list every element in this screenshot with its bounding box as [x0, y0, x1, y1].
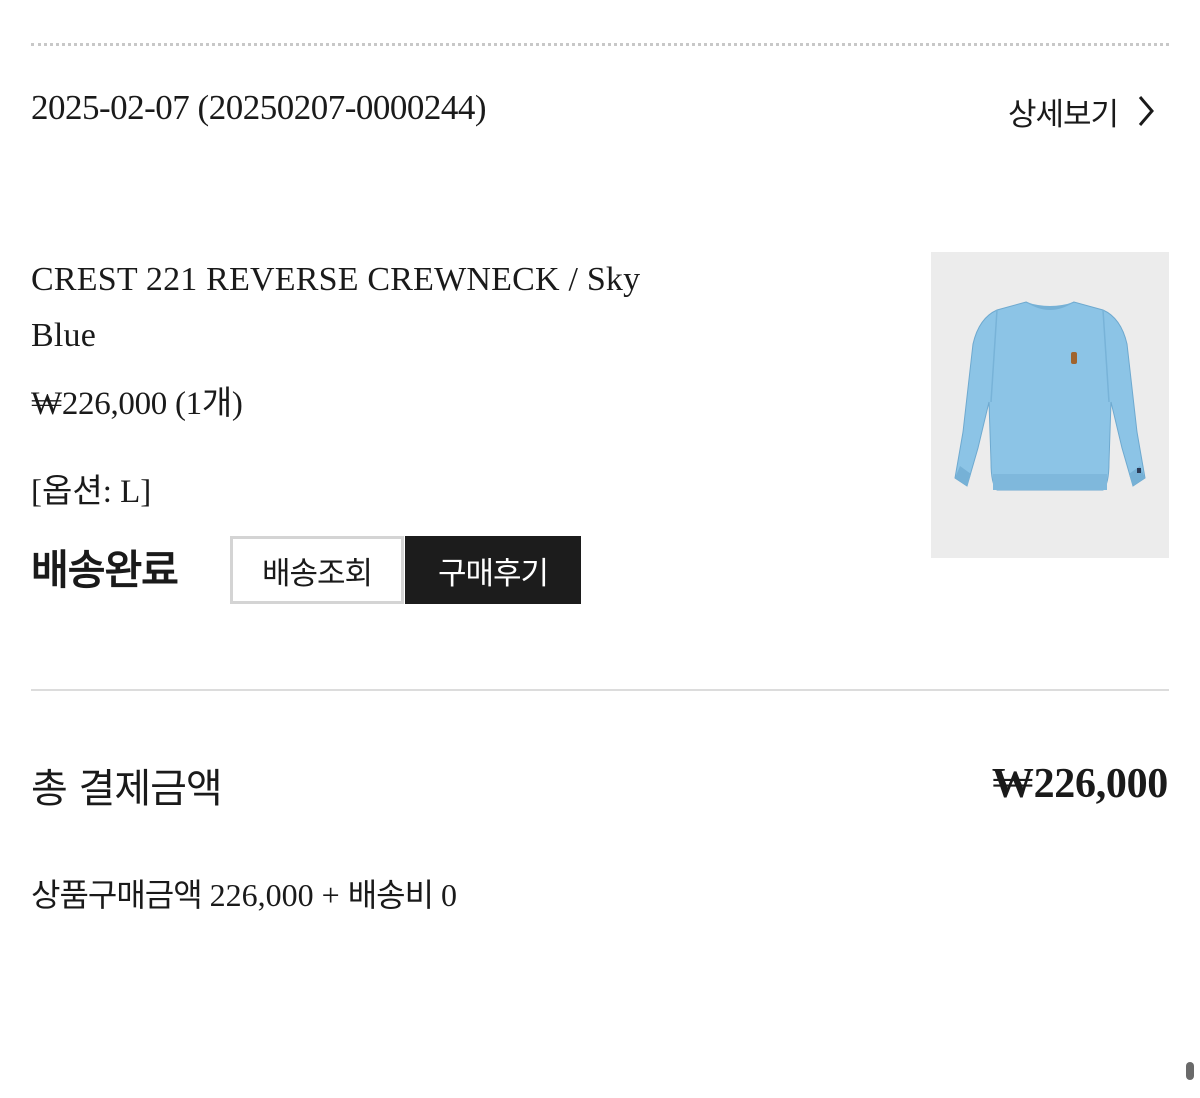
- shipping-fee-label: 배송비: [347, 876, 434, 914]
- view-details-link[interactable]: 상세보기: [1008, 86, 1156, 136]
- product-price-quantity: ₩226,000 (1개): [31, 386, 243, 422]
- product-thumbnail[interactable]: [931, 252, 1169, 558]
- section-divider: [31, 689, 1169, 691]
- write-review-button[interactable]: 구매후기: [405, 536, 581, 604]
- track-delivery-button[interactable]: 배송조회: [230, 536, 404, 604]
- scroll-indicator: [1186, 1062, 1194, 1080]
- product-option: [옵션: L]: [31, 474, 152, 510]
- total-payment-amount: ₩226,000: [991, 761, 1168, 807]
- sky-blue-sweatshirt-icon: [954, 301, 1146, 491]
- total-payment-label: 총 결제금액: [31, 766, 223, 812]
- top-dotted-divider: [31, 43, 1169, 46]
- shipping-fee-value: 0: [441, 877, 458, 913]
- product-name[interactable]: CREST 221 REVERSE CREWNECK / Sky Blue: [31, 252, 711, 364]
- view-details-label: 상세보기: [1008, 96, 1119, 133]
- payment-breakdown: 상품구매금액 226,000 + 배송비 0: [31, 870, 457, 916]
- order-date-number: 2025-02-07 (20250207-0000244): [31, 88, 487, 127]
- goods-amount-label: 상품구매금액: [31, 876, 203, 914]
- goods-amount-value: 226,000: [209, 877, 314, 913]
- chevron-right-icon: [1138, 96, 1155, 126]
- plus-sign: +: [321, 877, 340, 913]
- delivery-status: 배송완료: [31, 546, 179, 594]
